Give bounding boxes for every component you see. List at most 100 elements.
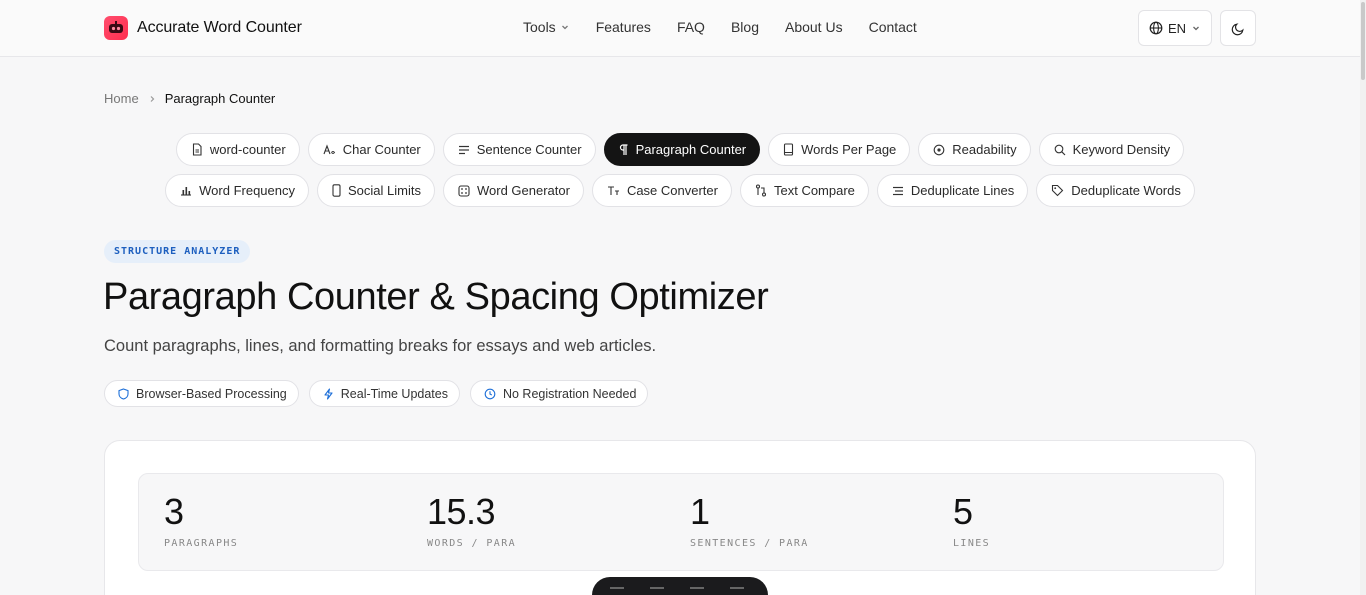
- tool-links-row-1: word-counter Char Counter Sentence Count…: [0, 133, 1360, 166]
- stat-value: 15.3: [427, 491, 496, 532]
- feature-tags: Browser-Based Processing Real-Time Updat…: [104, 380, 649, 407]
- git-compare-icon: [755, 184, 767, 197]
- nav-features[interactable]: Features: [596, 19, 651, 35]
- moon-icon: [1231, 22, 1244, 35]
- tool-word-frequency[interactable]: Word Frequency: [165, 174, 309, 207]
- tool-label: Deduplicate Words: [1071, 183, 1181, 198]
- feature-label: Browser-Based Processing: [136, 386, 287, 401]
- logo-icon: [104, 16, 128, 40]
- analyzer-card: 3 PARAGRAPHS 15.3 WORDS / PARA 1 SENTENC…: [104, 440, 1256, 595]
- stat-words-per-para: 15.3 WORDS / PARA: [427, 491, 516, 550]
- stat-label: SENTENCES / PARA: [690, 538, 809, 549]
- tag-icon: [1052, 184, 1064, 197]
- brand-link[interactable]: Accurate Word Counter: [104, 16, 302, 40]
- page-scrollbar[interactable]: [1360, 0, 1366, 595]
- dice-icon: [458, 184, 470, 197]
- tool-label: Word Frequency: [199, 183, 295, 198]
- tool-label: Keyword Density: [1072, 142, 1171, 157]
- tool-label: Social Limits: [348, 183, 421, 198]
- chevron-down-icon: [1193, 26, 1199, 31]
- shield-icon: [118, 387, 129, 400]
- nav-features-label: Features: [595, 19, 651, 35]
- tool-sentence-counter[interactable]: Sentence Counter: [442, 133, 596, 166]
- globe-icon: [1149, 21, 1163, 35]
- tool-text-compare[interactable]: Text Compare: [739, 174, 869, 207]
- stat-value: 3: [164, 491, 184, 532]
- theme-toggle-button[interactable]: [1220, 10, 1256, 46]
- feature-no-registration: No Registration Needed: [469, 380, 649, 407]
- language-selector[interactable]: EN: [1138, 10, 1212, 46]
- tool-word-counter[interactable]: word-counter: [175, 133, 300, 166]
- pilcrow-icon: [619, 143, 628, 155]
- feature-browser-processing: Browser-Based Processing: [104, 380, 299, 407]
- tool-keyword-density[interactable]: Keyword Density: [1038, 133, 1185, 166]
- nav-tools[interactable]: Tools: [523, 19, 570, 35]
- tool-label: Words Per Page: [801, 142, 897, 157]
- tool-char-counter[interactable]: Char Counter: [307, 133, 435, 166]
- tool-deduplicate-lines[interactable]: Deduplicate Lines: [876, 174, 1029, 207]
- brand-name: Accurate Word Counter: [137, 19, 302, 36]
- scrollbar-thumb[interactable]: [1361, 2, 1365, 80]
- toolbar-tool-icon[interactable]: [690, 587, 704, 589]
- lightning-icon: [324, 387, 333, 400]
- tool-word-generator[interactable]: Word Generator: [442, 174, 584, 207]
- tool-label: Readability: [952, 142, 1017, 157]
- toolbar-tool-icon[interactable]: [610, 587, 624, 589]
- stats-panel: 3 PARAGRAPHS 15.3 WORDS / PARA 1 SENTENC…: [138, 473, 1224, 571]
- chevron-down-icon: [561, 25, 568, 30]
- tool-label: Sentence Counter: [476, 142, 582, 157]
- page-title: Paragraph Counter & Spacing Optimizer: [103, 276, 769, 318]
- stat-label: PARAGRAPHS: [164, 538, 239, 549]
- feature-label: Real-Time Updates: [340, 386, 448, 401]
- nav-about[interactable]: About Us: [785, 19, 843, 35]
- clock-icon: [484, 388, 496, 399]
- tool-label: Deduplicate Lines: [910, 183, 1015, 198]
- tool-label: Word Generator: [476, 183, 570, 198]
- nav-faq-label: FAQ: [676, 19, 705, 35]
- nav-contact[interactable]: Contact: [869, 19, 917, 35]
- tool-label: Text Compare: [773, 183, 855, 198]
- breadcrumb-home[interactable]: Home: [104, 91, 139, 106]
- tool-readability[interactable]: Readability: [918, 133, 1031, 166]
- language-label: EN: [1167, 20, 1187, 36]
- breadcrumb: Home Paragraph Counter: [104, 91, 275, 106]
- nav-tools-label: Tools: [523, 19, 556, 35]
- text-case-icon: [607, 185, 619, 195]
- tool-label: word-counter: [209, 142, 286, 157]
- book-icon: [784, 143, 794, 156]
- target-icon: [933, 144, 945, 155]
- tool-words-per-page[interactable]: Words Per Page: [768, 133, 911, 166]
- tool-paragraph-counter[interactable]: Paragraph Counter: [603, 133, 761, 166]
- page-subtitle: Count paragraphs, lines, and formatting …: [104, 337, 657, 355]
- tool-label: Char Counter: [342, 142, 421, 157]
- list-icon: [892, 186, 903, 195]
- stat-label: LINES: [953, 538, 991, 549]
- tool-case-converter[interactable]: Case Converter: [591, 174, 732, 207]
- type-icon: [323, 143, 335, 154]
- main-nav: Tools Features FAQ Blog About Us Contact: [523, 19, 917, 35]
- editor-floating-toolbar[interactable]: [592, 577, 768, 595]
- stat-value: 5: [953, 491, 973, 532]
- tool-social-limits[interactable]: Social Limits: [317, 174, 435, 207]
- tool-label: Paragraph Counter: [635, 142, 747, 157]
- stat-value: 1: [690, 491, 710, 532]
- stat-sentences-per-para: 1 SENTENCES / PARA: [690, 491, 809, 550]
- nav-faq[interactable]: FAQ: [677, 19, 705, 35]
- tool-links-row-2: Word Frequency Social Limits Word Genera…: [0, 174, 1360, 207]
- search-icon: [1054, 144, 1066, 155]
- nav-blog-label: Blog: [730, 19, 759, 35]
- tool-label: Case Converter: [626, 183, 718, 198]
- align-left-icon: [458, 145, 469, 154]
- toolbar-tool-icon[interactable]: [650, 587, 664, 589]
- nav-contact-label: Contact: [868, 19, 917, 35]
- stat-lines: 5 LINES: [953, 491, 991, 550]
- breadcrumb-current: Paragraph Counter: [164, 91, 276, 106]
- toolbar-tool-icon[interactable]: [730, 587, 744, 589]
- tool-deduplicate-words[interactable]: Deduplicate Words: [1036, 174, 1195, 207]
- section-badge: STRUCTURE ANALYZER: [104, 240, 251, 263]
- stat-paragraphs: 3 PARAGRAPHS: [164, 491, 239, 550]
- nav-blog[interactable]: Blog: [731, 19, 759, 35]
- site-header: Accurate Word Counter Tools Features FAQ…: [0, 0, 1360, 57]
- nav-about-label: About Us: [784, 19, 843, 35]
- document-icon: [192, 143, 202, 156]
